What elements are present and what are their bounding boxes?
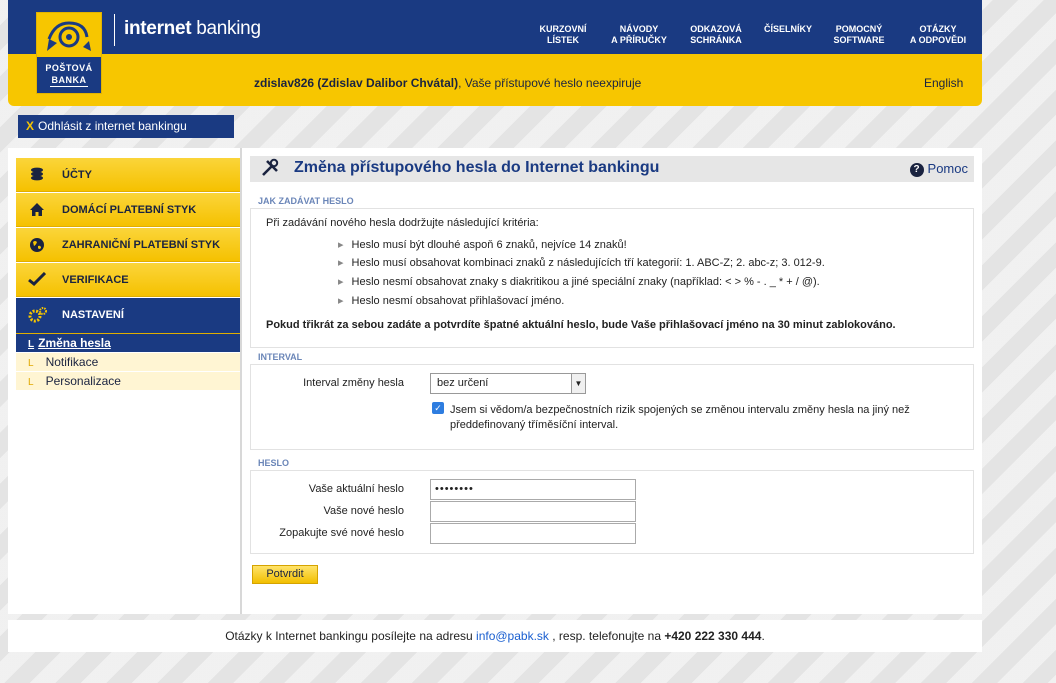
logout-label: Odhlásit z internet bankingu [38, 119, 187, 133]
title-bar: Změna přístupového hesla do Internet ban… [250, 156, 974, 182]
sidebar-item-settings[interactable]: NASTAVENÍ [16, 298, 241, 334]
tools-icon [260, 158, 280, 183]
footer-text: , resp. telefonujte na [548, 629, 665, 643]
support-phone: +420 222 330 444 [664, 629, 762, 643]
password-status: , Vaše přístupové heslo neexpiruje [458, 76, 642, 90]
submit-button[interactable]: Potvrdit [252, 565, 318, 584]
sidebar-item-label: DOMÁCÍ PLATEBNÍ STYK [62, 204, 197, 216]
sidebar-item-accounts[interactable]: ÚČTY [16, 158, 241, 192]
help-link[interactable]: ? Pomoc [909, 161, 968, 177]
password-heading: HESLO [258, 458, 290, 468]
sidebar-subitem-label: Notifikace [45, 355, 99, 369]
interval-label: Interval změny hesla [303, 377, 404, 389]
criteria-item: Heslo nesmí obsahovat znaky s diakritiko… [338, 275, 820, 288]
nav-software[interactable]: POMOCNÝ SOFTWARE [828, 24, 890, 46]
sidebar-item-verification[interactable]: VERIFIKACE [16, 263, 241, 297]
interval-heading: INTERVAL [258, 352, 303, 362]
content: Změna přístupového hesla do Internet ban… [250, 156, 974, 606]
user-name: zdislav826 (Zdislav Dalibor Chvátal) [254, 76, 459, 90]
interval-value: bez určení [437, 377, 489, 389]
sidebar-item-foreign-payments[interactable]: ZAHRANIČNÍ PLATEBNÍ STYK [16, 228, 241, 262]
sidebar-item-domestic-payments[interactable]: DOMÁCÍ PLATEBNÍ STYK [16, 193, 241, 227]
sidebar-item-label: ZAHRANIČNÍ PLATEBNÍ STYK [62, 239, 221, 251]
sidebar-item-label: VERIFIKACE [62, 274, 129, 286]
sidebar-item-label: ÚČTY [62, 169, 92, 181]
post-horn-icon [47, 21, 91, 51]
check-icon [28, 271, 47, 288]
nav-code-lists[interactable]: ČÍSELNÍKY [760, 24, 816, 35]
sidebar-subitem-label: Změna hesla [38, 336, 111, 350]
language-link[interactable]: English [924, 76, 963, 90]
criteria-item: Heslo nesmí obsahovat přihlašovací jméno… [338, 294, 565, 307]
footer: Otázky k Internet bankingu posílejte na … [8, 620, 982, 652]
confirm-password-field[interactable] [430, 523, 636, 544]
app-title: internet banking [124, 18, 261, 40]
user-info: zdislav826 (Zdislav Dalibor Chvátal), Va… [254, 76, 641, 90]
coins-icon [28, 167, 46, 183]
close-icon: X [26, 119, 35, 133]
confirm-password-label: Zopakujte své nové heslo [279, 527, 404, 539]
tree-branch-icon: L [28, 358, 34, 369]
footer-text: Otázky k Internet bankingu posílejte na … [225, 629, 477, 643]
chevron-down-icon: ▼ [571, 374, 585, 393]
current-password-label: Vaše aktuální heslo [308, 483, 404, 495]
nav-faq[interactable]: OTÁZKY A ODPOVĚDI [902, 24, 974, 46]
criteria-item: Heslo musí obsahovat kombinaci znaků z n… [338, 256, 825, 269]
bank-logo[interactable]: POŠTOVÁ BANKA [36, 12, 102, 94]
app-title-bold: internet [124, 18, 192, 39]
support-email-link[interactable]: info@pabk.sk [476, 629, 549, 643]
new-password-field[interactable] [430, 501, 636, 522]
tree-branch-icon: L [28, 339, 35, 350]
sidebar-subitem-label: Personalizace [45, 374, 121, 388]
interval-select[interactable]: bez určení ▼ [430, 373, 586, 394]
tree-branch-icon: L [28, 377, 34, 388]
sidebar-subitem-notifications[interactable]: L Notifikace [16, 353, 241, 371]
logo-text: POŠTOVÁ BANKA [37, 57, 101, 93]
new-password-label: Vaše nové heslo [323, 505, 404, 517]
help-icon: ? [909, 163, 924, 177]
logo-line1: POŠTOVÁ [45, 63, 93, 73]
criteria-intro: Při zadávání nového hesla dodržujte násl… [266, 217, 539, 229]
sidebar-subitem-change-password[interactable]: L Změna hesla [16, 334, 241, 352]
logo-line2: BANKA [50, 75, 88, 87]
footer-text: . [761, 629, 765, 643]
title-separator [114, 14, 115, 46]
home-icon [28, 202, 46, 218]
sidebar-item-label: NASTAVENÍ [62, 309, 124, 321]
page-title: Změna přístupového hesla do Internet ban… [294, 159, 660, 176]
gears-icon [28, 307, 47, 323]
globe-icon [28, 237, 46, 253]
nav-exchange-rates[interactable]: KURZOVNÍ LÍSTEK [534, 24, 592, 46]
app-title-rest: banking [191, 18, 261, 39]
criteria-heading: JAK ZADÁVAT HESLO [258, 196, 354, 206]
nav-mailbox[interactable]: ODKAZOVÁ SCHRÁNKA [686, 24, 746, 46]
current-password-field[interactable]: •••••••• [430, 479, 636, 500]
help-label: Pomoc [927, 161, 968, 176]
criteria-item: Heslo musí být dlouhé aspoň 6 znaků, nej… [338, 238, 627, 251]
lockout-warning: Pokud třikrát za sebou zadáte a potvrdít… [266, 319, 896, 331]
top-navigation: KURZOVNÍ LÍSTEK NÁVODY A PŘÍRUČKY ODKAZO… [518, 24, 978, 50]
interval-risk-label: Jsem si vědom/a bezpečnostních rizik spo… [450, 404, 910, 431]
main-panel: ÚČTY DOMÁCÍ PLATEBNÍ STYK ZAHRANIČNÍ PLA… [8, 148, 982, 614]
nav-guides[interactable]: NÁVODY A PŘÍRUČKY [604, 24, 674, 46]
interval-risk-checkbox[interactable]: ✓ [432, 402, 444, 414]
logout-button[interactable]: X Odhlásit z internet bankingu [18, 115, 234, 138]
header: POŠTOVÁ BANKA internet banking KURZOVNÍ … [8, 0, 982, 106]
